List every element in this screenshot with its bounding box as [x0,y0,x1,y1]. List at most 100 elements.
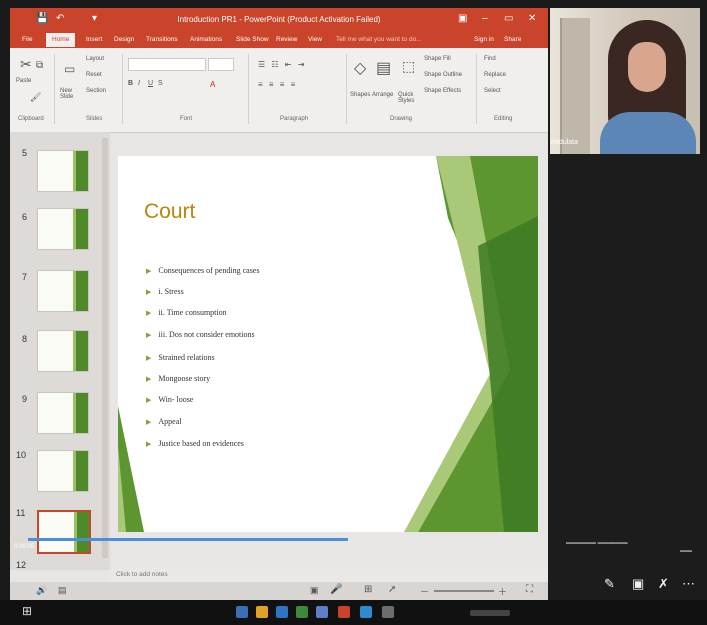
tab-view[interactable]: View [308,36,322,43]
tell-me-search[interactable]: Tell me what you want to do... [336,36,422,43]
underline-icon[interactable]: U [148,80,153,87]
pencil-icon[interactable]: ✎ [604,576,615,592]
video-elapsed-time: 0:36:05 [14,544,35,550]
participant-video[interactable] [550,8,700,154]
speaker-icon[interactable]: 🔊 [36,585,47,596]
bullet-item: ▶ Appeal [146,417,182,426]
arrange-icon[interactable]: ▤ [376,58,391,78]
minimize-button[interactable]: – [482,13,488,24]
taskbar-app-icon[interactable] [382,606,394,618]
format-painter-icon[interactable]: 🖌 [30,92,41,103]
slide-thumbnail[interactable] [37,330,89,372]
ribbon-display-button[interactable]: ▣ [458,13,467,24]
bullet-item: ▶ Justice based on evidences [146,439,244,448]
share-button[interactable]: Share [504,36,521,43]
mic-icon[interactable]: 🎤 [330,584,342,595]
taskbar-app-icon[interactable] [236,606,248,618]
tab-review[interactable]: Review [276,36,297,43]
bullet-item: ▶ ii. Time consumption [146,308,227,317]
shadow-icon[interactable]: S [158,80,163,87]
system-tray[interactable] [470,610,510,616]
zoom-out-icon[interactable]: － [420,585,429,598]
find-button[interactable]: Find [484,56,496,62]
shapes-icon[interactable]: ◇ [354,58,366,78]
thumbnail-scrollbar[interactable] [102,138,108,558]
slide-thumbnail[interactable] [37,450,89,492]
participant-image [628,42,666,92]
bullet-item: ▶ Mongoose story [146,374,211,383]
maximize-button[interactable]: ▭ [504,13,513,24]
replace-button[interactable]: Replace [484,72,506,78]
thumb-number: 9 [22,394,28,404]
pointer-icon[interactable]: ➚ [388,584,396,595]
slide-thumbnail[interactable] [37,150,89,192]
taskbar-app-icon[interactable] [360,606,372,618]
notes-pane[interactable]: Click to add notes [110,568,548,582]
section-button[interactable]: Section [86,88,106,94]
tab-insert[interactable]: Insert [86,36,102,43]
slide-thumbnail-pane: 5 6 7 8 9 10 11 12 [10,132,110,570]
shapes-button[interactable]: Shapes [350,92,370,98]
alignment-icon[interactable]: ≡ ≡ ≡ ≡ [258,80,297,89]
close-button[interactable]: ✕ [528,13,536,24]
slide-thumbnail-selected[interactable] [37,510,91,554]
select-button[interactable]: Select [484,88,501,94]
taskbar-powerpoint-icon[interactable] [338,606,350,618]
caption-icon[interactable]: ▤ [58,585,67,596]
mute-mic-icon[interactable]: ✗ [658,576,669,592]
taskbar-app-icon[interactable] [256,606,268,618]
layout-button[interactable]: Layout [86,56,104,62]
normal-view-icon[interactable]: ▣ [310,585,319,596]
tab-animations[interactable]: Animations [190,36,222,43]
tab-transitions[interactable]: Transitions [146,36,178,43]
taskbar-app-icon[interactable] [316,606,328,618]
shape-fill-button[interactable]: Shape Fill [424,56,451,62]
paste-button[interactable]: Paste [16,78,31,84]
bullets-icon[interactable]: ☰ ☷ ⇤ ⇥ [258,60,306,69]
quick-styles-icon[interactable]: ⬚ [402,58,415,75]
new-slide-icon[interactable]: ▭ [64,62,75,76]
bullet-arrow-icon: ▶ [146,375,152,383]
shape-outline-button[interactable]: Shape Outline [424,72,462,78]
bullet-arrow-icon: ▶ [146,288,152,296]
tab-home[interactable]: Home [46,33,76,47]
arrange-button[interactable]: Arrange [372,92,393,98]
taskbar-app-icon[interactable] [296,606,308,618]
cut-icon[interactable]: ✂ [20,56,32,73]
status-bar: 🔊 ▤ ▣ 🎤 ⊞ ➚ － ＋ ⛶ [10,582,548,600]
reset-button[interactable]: Reset [86,72,102,78]
start-icon[interactable]: ⊞ [22,604,32,618]
slide-thumbnail[interactable] [37,270,89,312]
slide-thumbnail[interactable] [37,208,89,250]
fit-slide-icon[interactable]: ⛶ [526,584,533,595]
tab-slide-show[interactable]: Slide Show [236,36,269,43]
more-options-icon[interactable]: ⋯ [682,576,695,592]
slide-thumbnail[interactable] [37,392,89,434]
zoom-slider[interactable] [434,590,494,592]
slide-title: Court [144,200,196,223]
slide-canvas[interactable]: Court ▶ Consequences of pending cases ▶ i.… [118,156,538,532]
bullet-arrow-icon: ▶ [146,309,152,317]
copy-icon[interactable]: ⧉ [36,60,43,71]
sign-in-link[interactable]: Sign in [474,36,494,43]
shape-effects-button[interactable]: Shape Effects [424,88,461,94]
quick-styles-button[interactable]: Quick Styles [398,92,418,104]
video-progress-bar[interactable] [28,538,348,541]
group-drawing: Drawing [390,116,413,122]
participants-panel [548,154,707,625]
font-size-select[interactable] [208,58,234,71]
thumb-number: 7 [22,272,28,282]
title-bar: 💾 ↶ ▾ Introduction PR1 - PowerPoint (Pro… [10,8,548,32]
italic-icon[interactable]: I [138,80,140,87]
zoom-in-icon[interactable]: ＋ [498,585,507,598]
bullet-arrow-icon: ▶ [146,331,152,339]
tab-design[interactable]: Design [114,36,134,43]
bold-icon[interactable]: B [128,80,133,87]
font-color-icon[interactable]: A [210,80,215,89]
slide-sorter-icon[interactable]: ⊞ [364,584,372,595]
screen-share-icon[interactable]: ▣ [632,576,644,592]
font-name-select[interactable] [128,58,206,71]
tab-file[interactable]: File [22,36,32,43]
taskbar-app-icon[interactable] [276,606,288,618]
new-slide-button[interactable]: New Slide [60,88,80,100]
